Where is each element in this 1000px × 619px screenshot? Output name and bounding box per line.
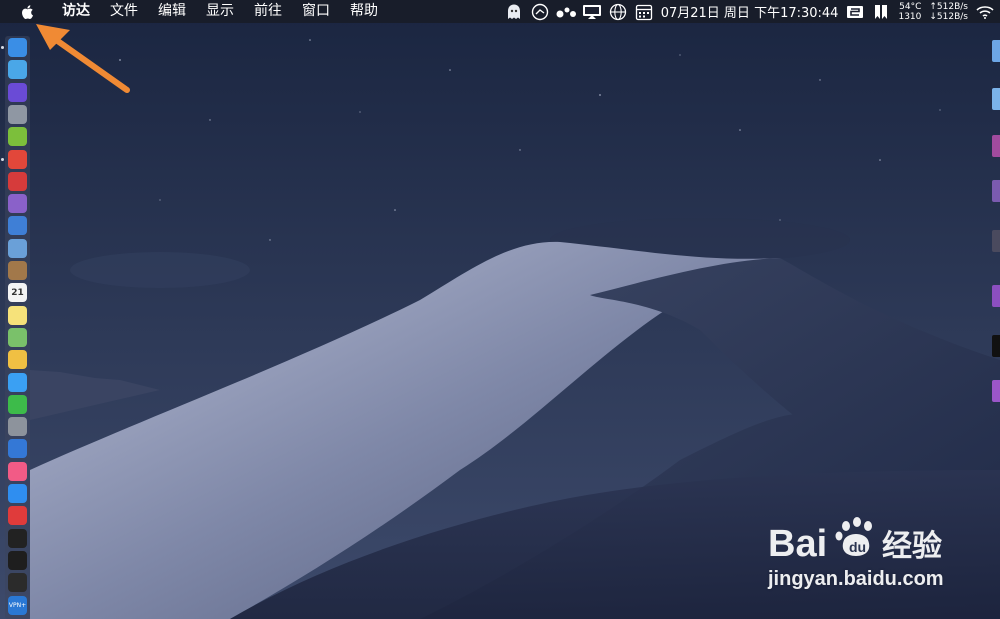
svg-text:du: du <box>849 539 866 555</box>
baidu-watermark: Bai du 经验 jingyan.baidu.com <box>760 510 1000 610</box>
baidu-paw-icon: Bai du 经验 <box>768 517 942 565</box>
svg-text:经验: 经验 <box>882 529 942 564</box>
svg-text:Bai: Bai <box>768 523 827 565</box>
watermark-url: jingyan.baidu.com <box>768 568 944 590</box>
